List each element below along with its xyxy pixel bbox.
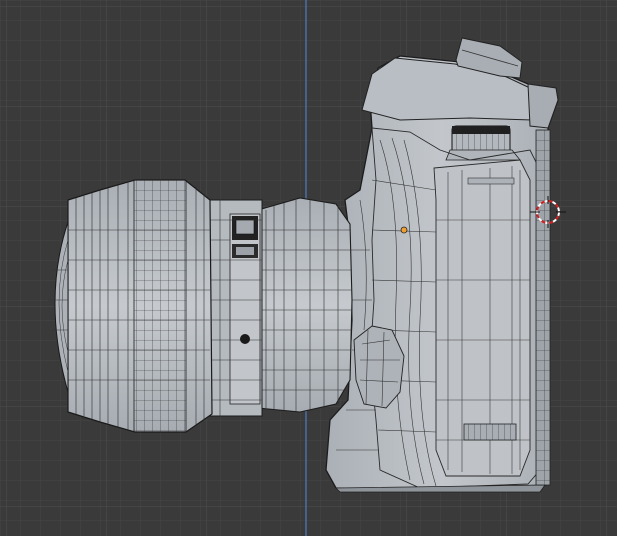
lens-release-button [240, 334, 250, 344]
mode-dial-mesh[interactable] [445, 125, 521, 161]
object-origin-icon[interactable] [400, 226, 408, 234]
lens-barrel-mid-mesh[interactable] [209, 199, 263, 417]
lens-barrel-front-mesh[interactable] [67, 179, 213, 433]
lens-mount-mesh[interactable] [257, 197, 353, 413]
3d-viewport[interactable] [0, 0, 617, 536]
